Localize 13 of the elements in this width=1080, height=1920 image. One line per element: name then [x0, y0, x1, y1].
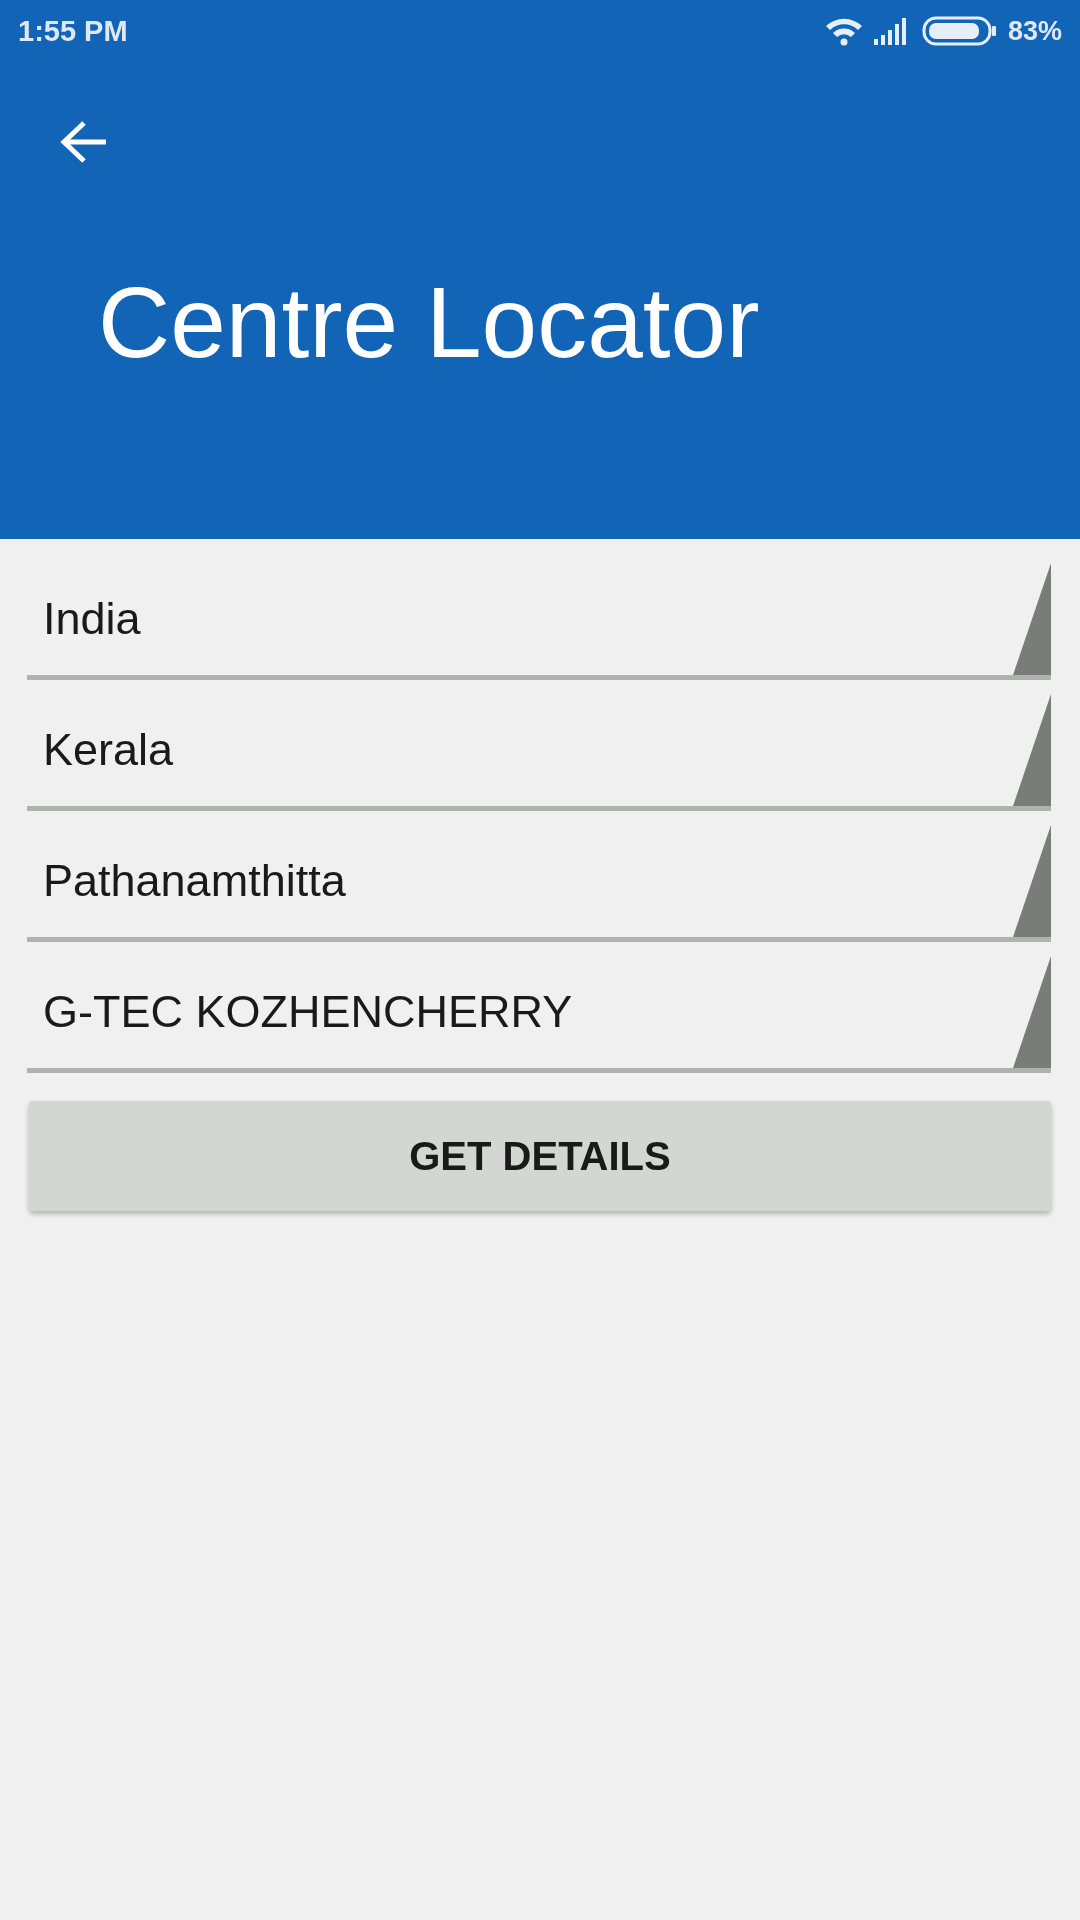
dropdown-triangle-icon [1013, 825, 1051, 937]
dropdown-triangle-icon [1013, 563, 1051, 675]
dropdown-field[interactable]: India [27, 563, 1051, 680]
dropdown-field[interactable]: Kerala [27, 694, 1051, 811]
battery-icon [921, 16, 998, 46]
dropdown-field[interactable]: Pathanamthitta [27, 825, 1051, 942]
get-details-button[interactable]: GET DETAILS [29, 1101, 1051, 1211]
battery-percent: 83% [1007, 15, 1062, 47]
dropdown-field[interactable]: G-TEC KOZHENCHERRY [27, 956, 1051, 1073]
status-time: 1:55 PM [18, 14, 128, 48]
page-title: Centre Locator [98, 265, 761, 380]
dropdown-triangle-icon [1013, 694, 1051, 806]
dropdown-triangle-icon [1013, 956, 1051, 1068]
